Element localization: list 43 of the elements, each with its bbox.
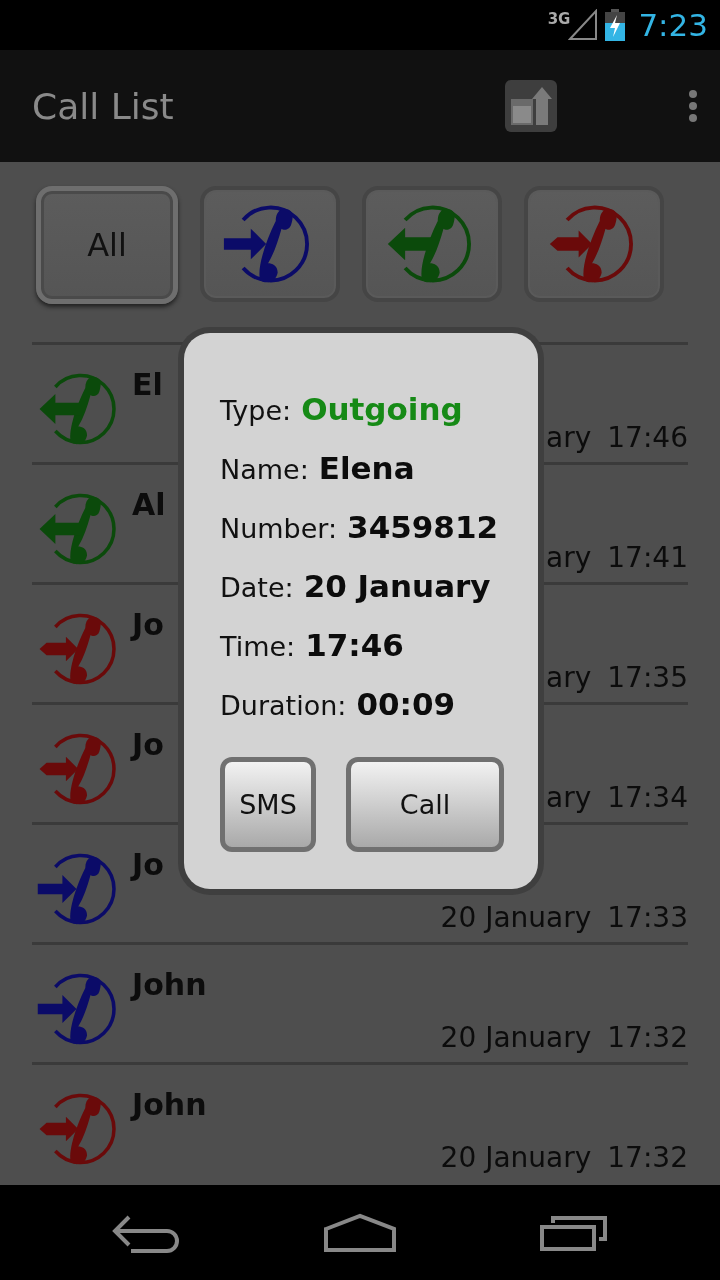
field-label: Type: [220,395,292,426]
field-value: 00:09 [356,686,456,722]
call-row[interactable]: John 20 January 17:32 [32,1062,688,1182]
call-time: 17:32 [607,1021,688,1054]
field-label: Number: [220,513,338,544]
field-value: 17:46 [305,627,404,663]
call-date: 20 January [440,901,592,934]
signal-icon [568,9,599,41]
battery-charging-icon [604,9,627,41]
call-time: 17:34 [607,781,688,814]
contact-name: Al [132,487,166,522]
field-label: Time: [220,631,296,662]
call-button[interactable]: Call [346,757,504,852]
contact-name: John [132,1087,207,1122]
field-label: Duration: [220,690,347,721]
calendar-export-icon[interactable] [504,79,558,133]
call-date: ary [546,421,592,454]
call-time: 17:33 [607,901,688,934]
app-title: Call List [32,85,175,127]
contact-name: El [132,367,163,402]
call-row[interactable]: John 20 January 17:32 [32,942,688,1062]
call-date: ary [546,541,592,574]
call-date: 20 January [440,1021,592,1054]
contact-name: Jo [132,727,164,762]
filter-button[interactable] [200,186,340,302]
contact-name: Jo [132,847,164,882]
call-date: ary [546,661,592,694]
sms-button[interactable]: SMS [220,757,316,852]
network-type: 3G [547,10,571,28]
overflow-menu-icon[interactable] [688,89,698,123]
call-date: 20 January [440,1141,592,1174]
contact-name: Jo [132,607,164,642]
contact-name: John [132,967,207,1002]
filter-button[interactable]: All [36,186,178,304]
call-time: 17:41 [607,541,688,574]
call-time: 17:35 [607,661,688,694]
call-date: ary [546,781,592,814]
home-icon[interactable] [323,1212,397,1253]
call-time: 17:46 [607,421,688,454]
call-time: 17:32 [607,1141,688,1174]
field-value: Outgoing [301,391,463,427]
clock: 7:23 [638,7,708,43]
field-value: 3459812 [347,509,499,545]
